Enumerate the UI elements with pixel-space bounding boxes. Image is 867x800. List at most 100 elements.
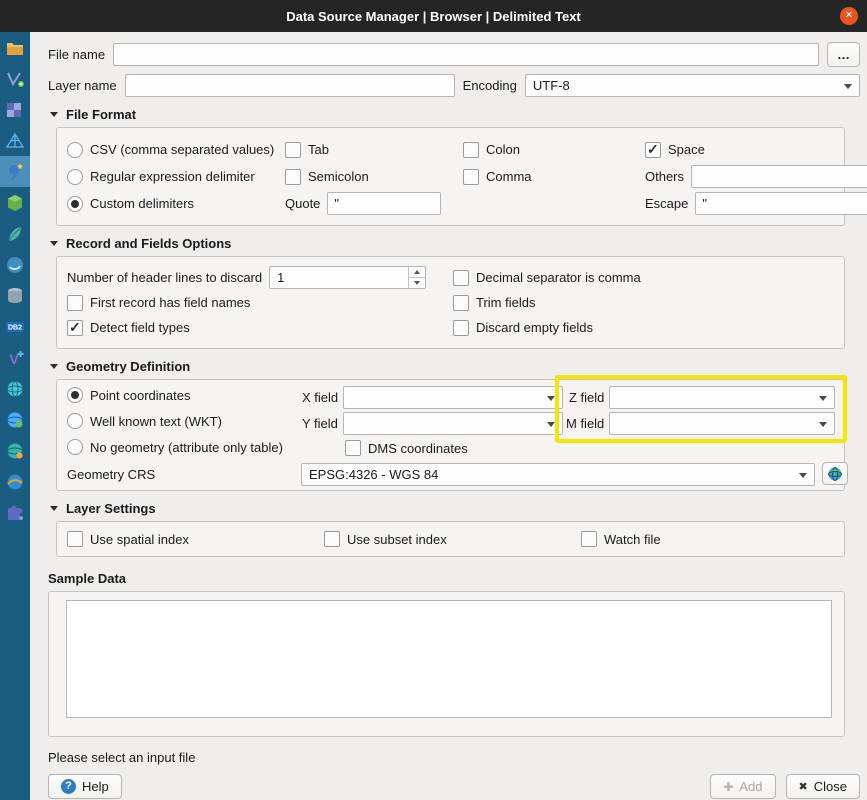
- checkbox-first-record[interactable]: First record has field names: [67, 295, 453, 311]
- spinner-up-icon[interactable]: [409, 267, 425, 278]
- checkbox-icon: [324, 531, 340, 547]
- layer-name-label: Layer name: [48, 78, 117, 93]
- y-field-select[interactable]: [343, 412, 563, 435]
- radio-wkt[interactable]: Well known text (WKT): [67, 413, 222, 429]
- sidebar-item-mssql[interactable]: [0, 280, 30, 311]
- source-type-sidebar: DB2 V: [0, 32, 30, 800]
- window-close-button[interactable]: ✕: [840, 7, 858, 25]
- radio-point-coordinates[interactable]: Point coordinates: [67, 387, 190, 403]
- radio-no-geometry[interactable]: No geometry (attribute only table): [67, 439, 283, 455]
- geometry-crs-value: EPSG:4326 - WGS 84: [309, 467, 438, 482]
- encoding-label: Encoding: [463, 78, 517, 93]
- m-field-select[interactable]: [609, 412, 835, 435]
- geometry-group-header[interactable]: Geometry Definition: [50, 359, 860, 374]
- radio-selected-icon: [67, 196, 83, 212]
- checkbox-space-label: Space: [668, 142, 705, 157]
- sidebar-item-spatialite[interactable]: [0, 218, 30, 249]
- sample-data-title: Sample Data: [48, 571, 860, 586]
- file-name-input[interactable]: [113, 43, 819, 66]
- add-button[interactable]: ✚ Add: [710, 774, 775, 799]
- checkbox-decimal-comma[interactable]: Decimal separator is comma: [453, 270, 834, 286]
- sidebar-item-delimited-text[interactable]: [0, 156, 30, 187]
- header-lines-spinner[interactable]: 1: [269, 266, 426, 289]
- z-field-select[interactable]: [609, 386, 835, 409]
- checkbox-detect-types[interactable]: Detect field types: [67, 320, 453, 336]
- checkbox-subset-index[interactable]: Use subset index: [324, 531, 581, 547]
- checkbox-colon-label: Colon: [486, 142, 520, 157]
- help-icon: ?: [61, 779, 76, 794]
- spinner-down-icon[interactable]: [409, 278, 425, 288]
- chevron-down-icon: [819, 396, 827, 401]
- radio-regular-expression[interactable]: Regular expression delimiter: [67, 169, 285, 185]
- spatialite-feather-icon: [5, 224, 25, 244]
- sidebar-item-virtual-layer[interactable]: V: [0, 342, 30, 373]
- record-options-group-header[interactable]: Record and Fields Options: [50, 236, 860, 251]
- titlebar[interactable]: Data Source Manager | Browser | Delimite…: [0, 0, 867, 32]
- checkbox-icon: [67, 531, 83, 547]
- help-button[interactable]: ? Help: [48, 774, 122, 799]
- others-label: Others: [645, 169, 684, 184]
- geometry-crs-select[interactable]: EPSG:4326 - WGS 84: [301, 463, 815, 486]
- wcs-globe-icon: [5, 441, 25, 461]
- checkbox-spatial-index[interactable]: Use spatial index: [67, 531, 324, 547]
- radio-custom-delimiters[interactable]: Custom delimiters: [67, 196, 285, 212]
- checkbox-colon[interactable]: Colon: [463, 142, 645, 158]
- radio-point-label: Point coordinates: [90, 388, 190, 403]
- checkbox-icon: [67, 295, 83, 311]
- sidebar-item-arcgis-rest[interactable]: [0, 466, 30, 497]
- layer-settings-group: Use spatial index Use subset index Watch…: [56, 521, 845, 557]
- radio-csv[interactable]: CSV (comma separated values): [67, 142, 285, 158]
- help-button-label: Help: [82, 779, 109, 794]
- others-input[interactable]: [691, 165, 867, 188]
- layer-settings-group-title: Layer Settings: [66, 501, 156, 516]
- checkbox-trim-fields[interactable]: Trim fields: [453, 295, 834, 311]
- encoding-select[interactable]: UTF-8: [525, 74, 860, 97]
- crs-globe-icon: [827, 466, 843, 482]
- checkbox-watch-file[interactable]: Watch file: [581, 531, 834, 547]
- svg-text:DB2: DB2: [8, 324, 22, 331]
- dialog-content: File name … Layer name Encoding UTF-8 Fi…: [30, 32, 867, 800]
- layer-name-row: Layer name Encoding UTF-8: [48, 74, 860, 97]
- close-button-label: Close: [814, 779, 847, 794]
- sidebar-item-db2[interactable]: DB2: [0, 311, 30, 342]
- file-format-group: CSV (comma separated values) Tab Colon S…: [56, 127, 845, 226]
- x-field-select[interactable]: [343, 386, 563, 409]
- quote-input[interactable]: [327, 192, 441, 215]
- checkbox-discard-empty-label: Discard empty fields: [476, 320, 593, 335]
- sidebar-item-postgis[interactable]: [0, 249, 30, 280]
- crs-picker-button[interactable]: [822, 462, 848, 485]
- browse-file-button[interactable]: …: [827, 42, 860, 67]
- checkbox-semicolon[interactable]: Semicolon: [285, 169, 463, 185]
- sidebar-item-wms-wmts[interactable]: [0, 373, 30, 404]
- checkbox-semicolon-label: Semicolon: [308, 169, 369, 184]
- file-name-row: File name …: [48, 42, 860, 67]
- checkbox-dms-coordinates[interactable]: DMS coordinates: [345, 440, 468, 456]
- checkbox-icon: [345, 440, 361, 456]
- sidebar-item-browser[interactable]: [0, 32, 30, 63]
- escape-input[interactable]: [695, 192, 867, 215]
- layer-settings-group-header[interactable]: Layer Settings: [50, 501, 860, 516]
- checkbox-comma[interactable]: Comma: [463, 169, 645, 185]
- sidebar-item-geopackage[interactable]: [0, 187, 30, 218]
- sidebar-item-vector[interactable]: [0, 63, 30, 94]
- sample-data-area[interactable]: [66, 600, 832, 718]
- raster-layer-icon: [5, 100, 25, 120]
- geometry-crs-label: Geometry CRS: [67, 467, 155, 482]
- checkbox-watch-file-label: Watch file: [604, 532, 661, 547]
- chevron-down-icon: [547, 396, 555, 401]
- sidebar-item-raster[interactable]: [0, 94, 30, 125]
- sample-data-group: [48, 591, 845, 737]
- radio-custom-label: Custom delimiters: [90, 196, 194, 211]
- vector-layer-icon: [5, 69, 25, 89]
- checkbox-space[interactable]: Space: [645, 142, 867, 158]
- sidebar-item-mesh[interactable]: [0, 125, 30, 156]
- sidebar-item-wfs[interactable]: [0, 404, 30, 435]
- sidebar-item-vector-tile[interactable]: [0, 497, 30, 528]
- checkbox-discard-empty[interactable]: Discard empty fields: [453, 320, 834, 336]
- file-format-group-header[interactable]: File Format: [50, 107, 860, 122]
- layer-name-input[interactable]: [125, 74, 455, 97]
- radio-selected-icon: [67, 387, 83, 403]
- close-button[interactable]: ✖ Close: [786, 774, 860, 799]
- sidebar-item-wcs[interactable]: [0, 435, 30, 466]
- checkbox-tab[interactable]: Tab: [285, 142, 463, 158]
